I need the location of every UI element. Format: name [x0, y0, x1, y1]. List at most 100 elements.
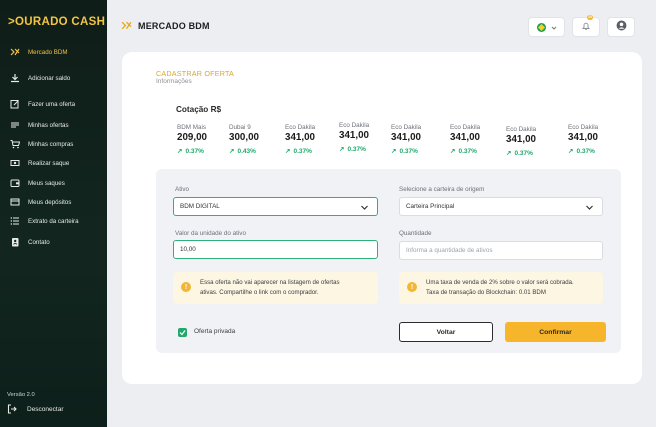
deposit-icon — [9, 197, 20, 208]
notice-line: Taxa de transação do Blockchain: 0.01 BD… — [426, 289, 546, 296]
sidebar-item-meus-depositos[interactable]: Meus depósitos — [0, 194, 107, 210]
carteira-select[interactable]: Carteira Principal — [399, 197, 603, 216]
quote-card: Eco Dakila 341,00 ↗ 0.37% — [391, 124, 443, 155]
private-offer-notice: ! Essa oferta não vai aparecer na listag… — [173, 272, 378, 304]
page-title: MERCADO BDM — [121, 20, 210, 31]
chevron-down-icon — [585, 203, 594, 212]
quote-name: Eco Dakila — [391, 124, 422, 131]
sidebar-item-fazer-oferta[interactable]: Fazer uma oferta — [0, 96, 107, 112]
sidebar-item-label: Minhas ofertas — [28, 121, 69, 129]
chevron-down-icon — [551, 18, 557, 36]
quote-price: 341,00 — [568, 132, 598, 143]
ativo-value: BDM DIGITAL — [180, 203, 220, 210]
topbar: MERCADO BDM 10 — [107, 0, 656, 52]
wallet-icon — [9, 178, 20, 189]
trend-up-icon: ↗ — [339, 146, 345, 153]
notification-badge: 10 — [587, 15, 593, 20]
sidebar-item-minhas-ofertas[interactable]: Minhas ofertas — [0, 117, 107, 133]
sidebar-item-adicionar-saldo[interactable]: Adicionar saldo — [0, 70, 107, 86]
quote-card: Eco Dakila 341,00 ↗ 0.37% — [568, 124, 620, 155]
edit-icon — [9, 99, 20, 110]
bell-icon: 10 — [581, 15, 593, 36]
quote-price: 300,00 — [229, 132, 259, 143]
quote-name: Eco Dakila — [339, 122, 370, 129]
logout-button[interactable]: Desconectar — [7, 404, 64, 415]
quantidade-input[interactable]: Informa a quantidade de ativos — [399, 241, 603, 260]
sidebar-item-label: Minhas compras — [28, 140, 74, 148]
quote-card: Eco Dakila 341,00 ↗ 0.37% — [450, 124, 502, 155]
sidebar-item-contato[interactable]: Contato — [0, 234, 107, 250]
private-offer-checkbox[interactable] — [178, 328, 187, 337]
list-icon — [9, 216, 20, 227]
breadcrumb-subtitle: Informações — [156, 78, 192, 85]
breadcrumb-title: CADASTRAR OFERTA — [156, 69, 235, 78]
trend-up-icon: ↗ — [568, 148, 574, 155]
sidebar-item-realizar-saque[interactable]: Realizar saque — [0, 155, 107, 171]
quote-change: ↗ 0.37% — [568, 148, 595, 155]
sidebar-item-mercado-bdm[interactable]: Mercado BDM — [0, 44, 107, 60]
quote-change: ↗ 0.37% — [450, 148, 477, 155]
notice-line: Essa oferta não vai aparecer na listagem… — [200, 279, 340, 286]
withdraw-icon — [9, 158, 20, 169]
private-offer-label: Oferta privada — [194, 328, 236, 335]
quote-price: 341,00 — [506, 134, 536, 145]
quote-name: Eco Dakila — [285, 124, 316, 131]
carteira-value: Carteira Principal — [406, 203, 455, 210]
quote-price: 341,00 — [391, 132, 421, 143]
quote-name: Eco Dakila — [506, 126, 537, 133]
quantidade-placeholder: Informa a quantidade de ativos — [406, 247, 493, 254]
quote-change: ↗ 0.37% — [339, 146, 366, 153]
sidebar-item-label: Realizar saque — [28, 159, 70, 167]
exchange-icon — [121, 20, 132, 31]
page-title-text: MERCADO BDM — [138, 20, 210, 31]
user-menu-button[interactable] — [607, 17, 635, 37]
valor-value: 10,00 — [180, 246, 196, 253]
quote-change: ↗ 0.37% — [285, 148, 312, 155]
sidebar: >OURADO CASH Mercado BDM Adicionar saldo… — [0, 0, 107, 427]
sidebar-item-minhas-compras[interactable]: Minhas compras — [0, 136, 107, 152]
quote-card: BDM Mais 209,00 ↗ 0.37% — [177, 124, 229, 155]
logout-icon — [7, 404, 18, 415]
valor-input[interactable]: 10,00 — [173, 240, 378, 259]
cart-icon — [9, 139, 20, 150]
trend-up-icon: ↗ — [450, 148, 456, 155]
sidebar-item-label: Extrato da carteira — [28, 217, 79, 225]
fee-notice: ! Uma taxa de venda de 2% sobre o valor … — [399, 272, 603, 304]
sidebar-item-label: Adicionar saldo — [28, 74, 71, 82]
quote-price: 341,00 — [450, 132, 480, 143]
notice-line: Uma taxa de venda de 2% sobre o valor se… — [426, 279, 574, 286]
exchange-icon — [9, 47, 20, 58]
trend-up-icon: ↗ — [506, 150, 512, 157]
ativo-label: Ativo — [175, 186, 189, 193]
logo: >OURADO CASH — [8, 16, 106, 28]
notice-line: ativas. Compartilhe o link com o comprad… — [200, 289, 319, 296]
quote-change: ↗ 0.43% — [229, 148, 256, 155]
chevron-down-icon — [360, 203, 369, 212]
sidebar-item-extrato-carteira[interactable]: Extrato da carteira — [0, 213, 107, 229]
quote-card: Eco Dakila 341,00 ↗ 0.37% — [339, 122, 391, 153]
download-icon — [9, 73, 20, 84]
offers-icon — [9, 120, 20, 131]
quote-card: Dubai 9 300,00 ↗ 0.43% — [229, 124, 281, 155]
app-version: Versão 2.0 — [7, 392, 35, 398]
back-button[interactable]: Voltar — [399, 322, 493, 342]
quote-name: Eco Dakila — [568, 124, 599, 131]
check-icon — [179, 330, 186, 336]
quote-change: ↗ 0.37% — [177, 148, 204, 155]
quote-price: 341,00 — [285, 132, 315, 143]
warning-icon: ! — [181, 282, 191, 292]
sidebar-item-label: Mercado BDM — [28, 48, 68, 56]
quote-card: Eco Dakila 341,00 ↗ 0.37% — [506, 126, 558, 157]
notifications-button[interactable]: 10 — [572, 15, 600, 37]
trend-up-icon: ↗ — [391, 148, 397, 155]
quote-name: Eco Dakila — [450, 124, 481, 131]
sidebar-item-label: Meus depósitos — [28, 198, 72, 206]
language-selector[interactable] — [528, 17, 565, 37]
sidebar-item-label: Fazer uma oferta — [28, 100, 76, 108]
quantidade-label: Quantidade — [399, 230, 432, 237]
confirm-button[interactable]: Confirmar — [505, 322, 606, 342]
ativo-select[interactable]: BDM DIGITAL — [173, 197, 378, 216]
quote-price: 341,00 — [339, 130, 369, 141]
sidebar-item-meus-saques[interactable]: Meus saques — [0, 175, 107, 191]
trend-up-icon: ↗ — [177, 148, 183, 155]
